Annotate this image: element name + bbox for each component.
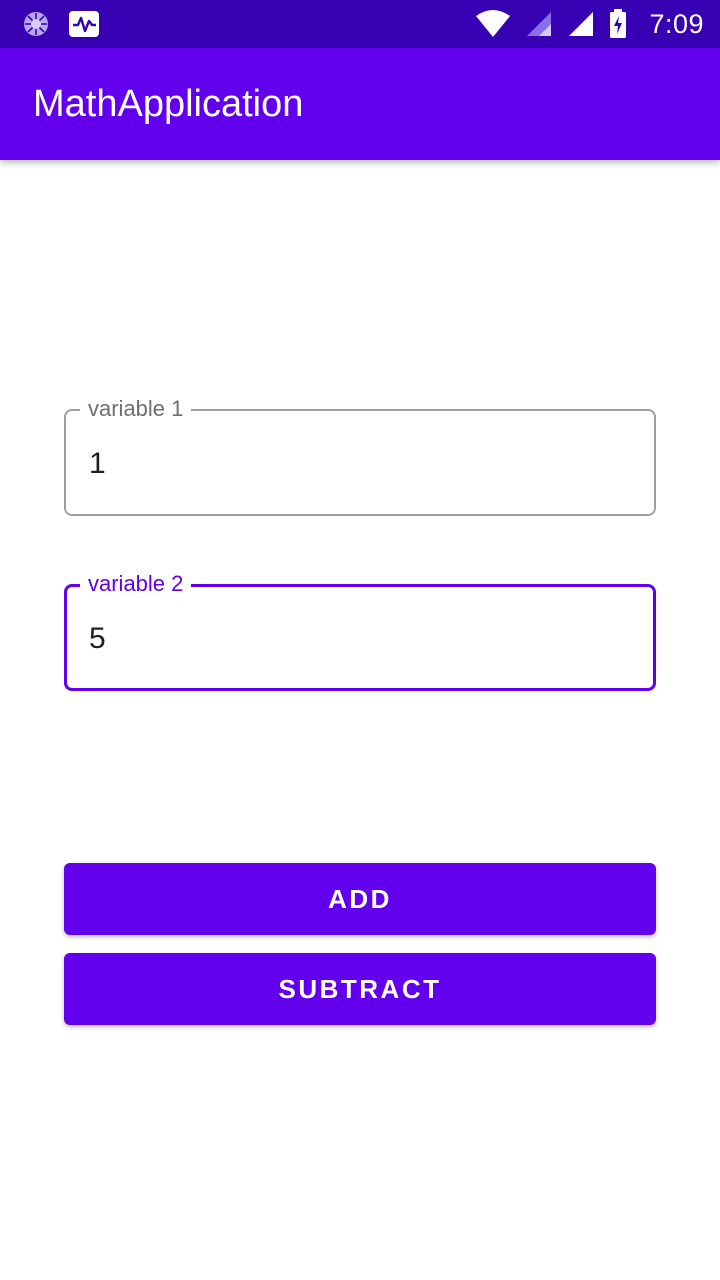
status-left-icons [22, 10, 100, 38]
screen: 7:09 MathApplication variable 1 variable… [0, 0, 720, 1280]
status-time: 7:09 [649, 8, 704, 39]
status-right-icons: 7:09 [475, 0, 704, 48]
variable-1-label: variable 1 [80, 396, 192, 422]
add-button[interactable]: ADD [64, 863, 656, 935]
subtract-button[interactable]: SUBTRACT [64, 953, 656, 1025]
app-bar: MathApplication [0, 48, 720, 160]
activity-monitor-icon [68, 10, 100, 38]
wifi-icon [475, 9, 511, 39]
variable-2-input[interactable] [89, 622, 629, 656]
signal-weak-icon [525, 10, 553, 38]
variable-1-input[interactable] [89, 447, 629, 481]
sync-spinner-icon [22, 10, 50, 38]
status-bar: 7:09 [0, 0, 720, 48]
variable-2-field[interactable]: variable 2 [64, 571, 656, 691]
battery-charging-icon [609, 9, 627, 39]
app-title: MathApplication [33, 83, 304, 125]
variable-1-field[interactable]: variable 1 [64, 396, 656, 516]
variable-2-label: variable 2 [80, 571, 192, 597]
signal-icon [567, 10, 595, 38]
